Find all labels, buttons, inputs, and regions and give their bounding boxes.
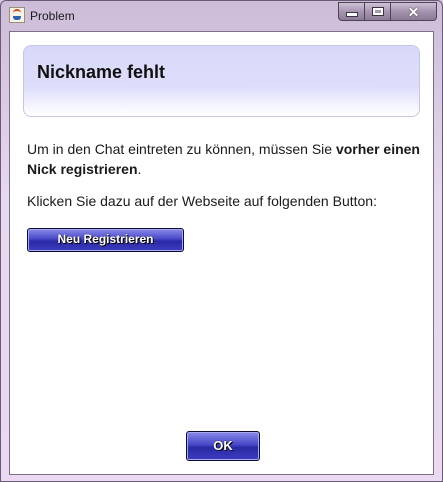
message-line1-prefix: Um in den Chat eintreten zu können, müss… bbox=[27, 141, 336, 157]
java-cup-icon bbox=[9, 7, 25, 23]
dialog-content: Nickname fehlt Um in den Chat eintreten … bbox=[9, 31, 434, 475]
dialog-window: Problem ✕ Nickname fehlt Um in den Chat … bbox=[0, 0, 443, 482]
header-title: Nickname fehlt bbox=[37, 62, 166, 82]
maximize-icon bbox=[371, 7, 384, 16]
minimize-button[interactable] bbox=[338, 2, 365, 21]
window-title: Problem bbox=[30, 9, 75, 23]
ok-button[interactable]: OK bbox=[186, 431, 260, 461]
header-panel: Nickname fehlt bbox=[23, 45, 420, 117]
title-bar[interactable]: Problem ✕ bbox=[1, 1, 442, 29]
close-icon: ✕ bbox=[407, 3, 420, 20]
message-instruction: Klicken Sie dazu auf der Webseite auf fo… bbox=[27, 193, 377, 209]
close-button[interactable]: ✕ bbox=[391, 2, 437, 21]
message-line1-suffix: . bbox=[137, 161, 142, 177]
register-button[interactable]: Neu Registrieren bbox=[27, 228, 184, 252]
message-text: Um in den Chat eintreten zu können, müss… bbox=[27, 139, 422, 179]
caption-buttons: ✕ bbox=[338, 2, 437, 21]
minimize-icon bbox=[345, 12, 358, 17]
maximize-button[interactable] bbox=[365, 2, 391, 21]
